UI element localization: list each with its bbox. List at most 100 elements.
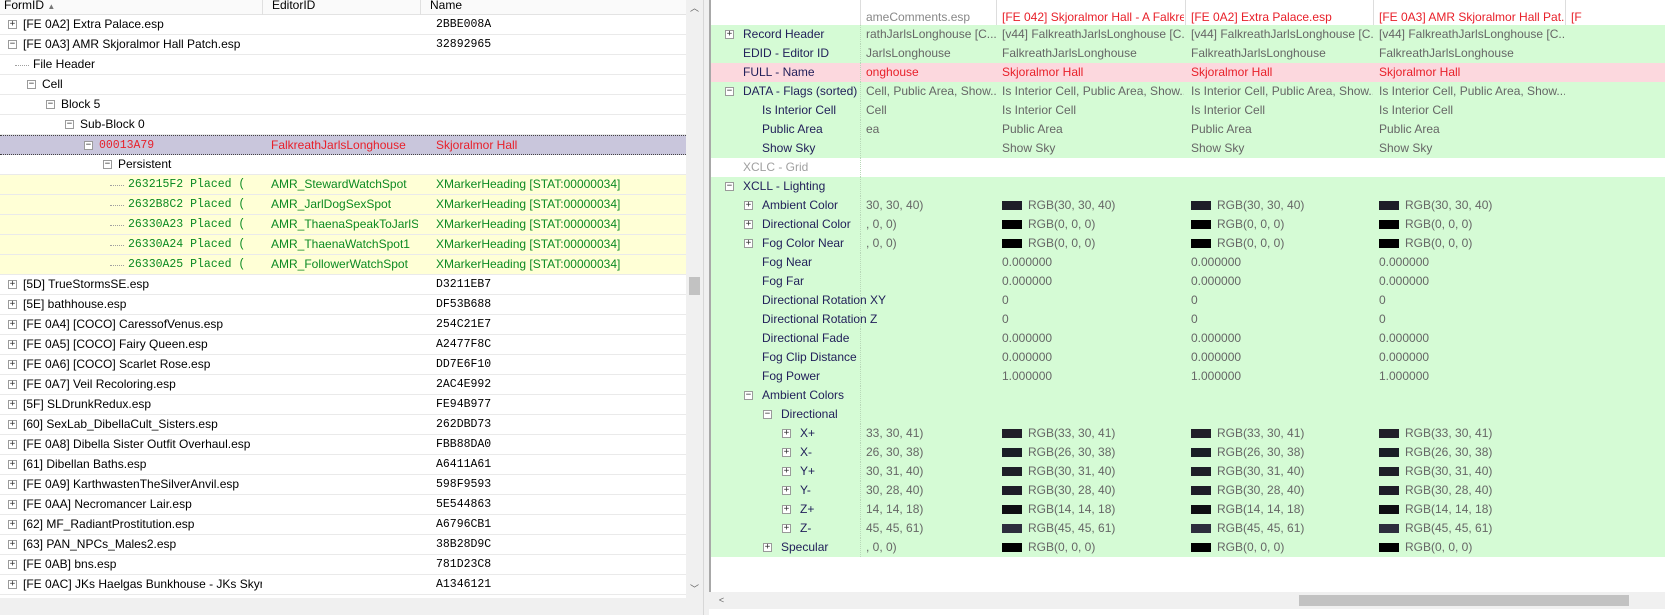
expand-icon[interactable]: +	[744, 220, 753, 229]
field-value[interactable]	[862, 139, 996, 158]
field-value[interactable]: 30, 30, 40)	[862, 196, 996, 215]
expand-icon[interactable]: +	[8, 540, 17, 549]
record-field-row[interactable]: + Ambient Color 30, 30, 40) RGB(30, 30, 40)…	[711, 196, 1665, 216]
collapse-icon[interactable]: −	[27, 80, 36, 89]
record-field-row[interactable]: XCLC - Grid	[711, 158, 1665, 178]
field-value[interactable]: 0	[1187, 310, 1373, 329]
field-value[interactable]: Skjoralmor Hall	[1187, 63, 1373, 82]
field-value[interactable]	[862, 253, 996, 272]
record-field-row[interactable]: − XCLL - Lighting	[711, 177, 1665, 197]
field-value[interactable]	[862, 405, 996, 424]
tree-row[interactable]: + [62] MF_RadiantProstitution.esp A6796CB1	[0, 515, 686, 535]
collapse-icon[interactable]: −	[725, 182, 734, 191]
field-value[interactable]: 14, 14, 18)	[862, 500, 996, 519]
field-value[interactable]: RGB(45, 45, 61)	[1187, 519, 1373, 538]
record-field-row[interactable]: Fog Power 1.000000 1.000000 1.000000	[711, 367, 1665, 387]
field-value[interactable]: 1.000000	[1375, 367, 1565, 386]
field-value[interactable]: RGB(14, 14, 18)	[998, 500, 1184, 519]
tree-row[interactable]: + [FE 0A2] Extra Palace.esp 2BBE008A	[0, 15, 686, 35]
placed-reference-row[interactable]: 26330A23 Placed (AMR_ThaenaSpeakToJarlS X…	[0, 215, 686, 235]
record-horizontal-scrollbar[interactable]: <	[709, 592, 1665, 609]
field-value[interactable]: RGB(0, 0, 0)	[1375, 215, 1565, 234]
placed-reference-row[interactable]: 263215F2 Placed (AMR_StewardWatchSpot XMa…	[0, 175, 686, 195]
field-value[interactable]: 45, 45, 61)	[862, 519, 996, 538]
field-value[interactable]: 0	[1187, 291, 1373, 310]
tree-row[interactable]: + [FE 0AC] JKs Haelgas Bunkhouse - JKs Sk…	[0, 575, 686, 595]
placed-reference-row[interactable]: 26330A24 Placed (AMR_ThaenaWatchSpot1 XMa…	[0, 235, 686, 255]
field-value[interactable]: 0.000000	[1187, 348, 1373, 367]
record-field-row[interactable]: EDID - Editor ID JarlsLonghouse FalkreathJ…	[711, 44, 1665, 64]
record-field-row[interactable]: Fog Far 0.000000 0.000000 0.000000	[711, 272, 1665, 292]
tree-row[interactable]: + [FE 0A8] Dibella Sister Outfit Overhaul…	[0, 435, 686, 455]
field-value[interactable]: 33, 30, 41)	[862, 424, 996, 443]
tree-row[interactable]: + [FE 0A9] KarthwastenTheSilverAnvil.esp 5…	[0, 475, 686, 495]
expand-icon[interactable]: +	[8, 420, 17, 429]
field-value[interactable]: RGB(33, 30, 41)	[1187, 424, 1373, 443]
expand-icon[interactable]: +	[8, 340, 17, 349]
record-field-row[interactable]: + Y+ 30, 31, 40) RGB(30, 31, 40) RGB(30, 31,…	[711, 462, 1665, 482]
field-value[interactable]: RGB(33, 30, 41)	[998, 424, 1184, 443]
tree-row[interactable]: − Persistent	[0, 155, 686, 175]
field-value[interactable]: Show Sky	[998, 139, 1184, 158]
record-field-row[interactable]: Directional Rotation XY 0 0 0	[711, 291, 1665, 311]
placed-reference-row[interactable]: 26330A25 Placed (AMR_FollowerWatchSpot XM…	[0, 255, 686, 275]
field-value[interactable]: FalkreathJarlsLonghouse	[1187, 44, 1373, 63]
field-value[interactable]: 1.000000	[1187, 367, 1373, 386]
field-value[interactable]: 0.000000	[998, 253, 1184, 272]
tree-row[interactable]: + [FE 0A5] [COCO] Fairy Queen.esp A2477F8C	[0, 335, 686, 355]
plugin-column-header[interactable]: [FE 0A3] AMR Skjoralmor Hall Pat...	[1375, 8, 1565, 26]
field-value[interactable]: Cell	[862, 101, 996, 120]
field-value[interactable]: 0.000000	[1187, 272, 1373, 291]
collapse-icon[interactable]: −	[763, 410, 772, 419]
tree-vertical-scrollbar[interactable]: ︿ ﹀	[686, 0, 703, 598]
field-value[interactable]: [v44] FalkreathJarlsLonghouse [C...	[998, 25, 1184, 44]
column-header-name[interactable]: Name	[426, 0, 462, 15]
field-value[interactable]: 1.000000	[998, 367, 1184, 386]
collapse-icon[interactable]: −	[65, 120, 74, 129]
expand-icon[interactable]: +	[782, 467, 791, 476]
field-value[interactable]	[1187, 386, 1373, 405]
tree-row[interactable]: + [FE 0AA] Necromancer Lair.esp 5E544863	[0, 495, 686, 515]
expand-icon[interactable]: +	[8, 380, 17, 389]
field-value[interactable]: JarlsLonghouse	[862, 44, 996, 63]
arrow-left-icon[interactable]: <	[713, 592, 730, 609]
record-field-row[interactable]: Directional Rotation Z000	[711, 310, 1665, 330]
field-value[interactable]: RGB(0, 0, 0)	[998, 215, 1184, 234]
field-value[interactable]: RGB(26, 30, 38)	[1375, 443, 1565, 462]
record-field-row[interactable]: − Directional	[711, 405, 1665, 425]
expand-icon[interactable]: +	[8, 440, 17, 449]
tree-row[interactable]: File Header	[0, 55, 686, 75]
tree-row[interactable]: + [5E] bathhouse.esp DF53B688	[0, 295, 686, 315]
tree-row[interactable]: + [5D] TrueStormsSE.esp D3211EB7	[0, 275, 686, 295]
navigation-tree[interactable]: FormID ▲ EditorID Name + [FE 0A2] Extra P…	[0, 0, 686, 598]
field-value[interactable]: Cell, Public Area, Show...	[862, 82, 996, 101]
scroll-thumb[interactable]	[689, 277, 700, 295]
field-value[interactable]: 0.000000	[1375, 253, 1565, 272]
expand-icon[interactable]: +	[725, 30, 734, 39]
placed-reference-row[interactable]: 2632B8C2 Placed (AMR_JarlDogSexSpot XMark…	[0, 195, 686, 215]
expand-icon[interactable]: +	[744, 239, 753, 248]
field-value[interactable]: Is Interior Cell, Public Area, Show...	[998, 82, 1184, 101]
record-field-row[interactable]: + Directional Color , 0, 0) RGB(0, 0, 0) RGB…	[711, 215, 1665, 235]
record-field-row[interactable]: + X- 26, 30, 38) RGB(26, 30, 38) RGB(26, 30,…	[711, 443, 1665, 463]
expand-icon[interactable]: +	[8, 500, 17, 509]
field-value[interactable]: Is Interior Cell	[1187, 101, 1373, 120]
expand-icon[interactable]: +	[763, 543, 772, 552]
record-field-row[interactable]: Is Interior Cell Cell Is Interior Cell Is I…	[711, 101, 1665, 121]
field-value[interactable]: rathJarlsLonghouse [C...	[862, 25, 996, 44]
field-value[interactable]: Show Sky	[1187, 139, 1373, 158]
field-value[interactable]: RGB(14, 14, 18)	[1375, 500, 1565, 519]
field-value[interactable]: [v44] FalkreathJarlsLonghouse [C...	[1375, 25, 1565, 44]
field-value[interactable]: RGB(0, 0, 0)	[998, 538, 1184, 557]
field-value[interactable]	[862, 329, 996, 348]
field-value[interactable]: RGB(0, 0, 0)	[998, 234, 1184, 253]
field-value[interactable]: 0.000000	[1375, 348, 1565, 367]
field-value[interactable]: Is Interior Cell	[998, 101, 1184, 120]
field-value[interactable]: Is Interior Cell, Public Area, Show...	[1187, 82, 1373, 101]
field-value[interactable]	[1375, 177, 1565, 196]
field-value[interactable]: 0.000000	[1375, 272, 1565, 291]
plugin-column-header[interactable]: [FE 0A2] Extra Palace.esp	[1187, 8, 1373, 26]
expand-icon[interactable]: +	[782, 486, 791, 495]
field-value[interactable]: 0.000000	[998, 348, 1184, 367]
tree-row[interactable]: + [63] PAN_NPCs_Males2.esp 38B28D9C	[0, 535, 686, 555]
